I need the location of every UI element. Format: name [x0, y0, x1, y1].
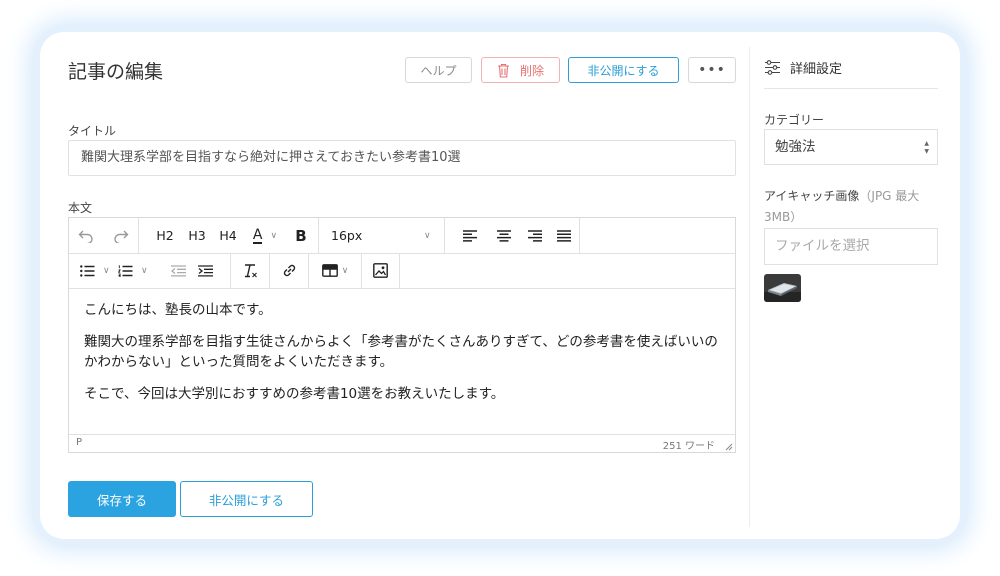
rich-text-editor: H2 H3 H4 A ∨ B 16px ∨ ∨ ∨ ∨ こんにちは、塾長の山本で… — [68, 217, 736, 453]
resize-handle-icon[interactable] — [724, 442, 733, 451]
trash-icon — [497, 63, 509, 78]
element-path[interactable]: P — [76, 437, 82, 448]
font-size-select[interactable]: 16px ∨ — [319, 218, 445, 253]
title-label: タイトル — [68, 124, 117, 138]
chevron-down-icon: ∨ — [424, 230, 431, 241]
paragraph: そこで、今回は大学別におすすめの参考書10選をお教えいたします。 — [84, 386, 505, 402]
text-color-icon: A — [252, 226, 263, 244]
paragraph: こんにちは、塾長の山本です。 — [84, 302, 272, 318]
font-size-value: 16px — [331, 228, 363, 243]
image-icon[interactable] — [362, 253, 400, 288]
chevron-down-icon: ∨ — [103, 265, 110, 276]
table-button[interactable]: ∨ — [309, 253, 362, 288]
category-label: カテゴリー — [764, 113, 825, 127]
toolbar-row-2: ∨ ∨ ∨ — [69, 253, 735, 289]
chevron-down-icon: ∨ — [141, 265, 148, 276]
undo-icon[interactable] — [69, 218, 104, 253]
link-icon[interactable] — [270, 253, 309, 288]
indent-icon[interactable] — [192, 253, 218, 288]
file-select-input[interactable]: ファイルを選択 — [764, 228, 938, 265]
eyecatch-label: アイキャッチ画像（JPG 最大3MB） — [764, 186, 938, 228]
body-label: 本文 — [68, 201, 93, 215]
editor-card: 記事の編集 ヘルプ 削除 非公開にする ••• タイトル 難関大理系学部を目指す… — [40, 32, 960, 539]
outdent-icon[interactable] — [164, 253, 192, 288]
help-button[interactable]: ヘルプ — [405, 57, 472, 83]
delete-label: 削除 — [519, 63, 544, 78]
sidebar-header: 詳細設定 — [764, 58, 842, 77]
bold-button[interactable]: B — [287, 218, 315, 253]
save-button[interactable]: 保存する — [68, 481, 176, 517]
more-options-button[interactable]: ••• — [688, 57, 736, 83]
format-group: H2 H3 H4 A ∨ B — [139, 218, 319, 253]
title-input[interactable]: 難関大理系学部を目指すなら絶対に押さえておきたい参考書10選 — [68, 140, 736, 176]
category-select[interactable]: 勉強法 ▲ ▼ — [764, 129, 938, 165]
paragraph: 難関大の理系学部を目指す生徒さんからよく「参考書がたくさんありすぎて、どの参考書… — [84, 334, 718, 370]
editor-content[interactable]: こんにちは、塾長の山本です。 難関大の理系学部を目指す生徒さんからよく「参考書が… — [84, 300, 724, 416]
editor-statusbar: P 251 ワード — [69, 434, 735, 452]
unpublish-top-button[interactable]: 非公開にする — [568, 57, 679, 83]
align-group — [445, 218, 580, 253]
numbered-list-icon[interactable]: ∨ — [118, 253, 164, 288]
history-group — [69, 218, 139, 253]
heading-h4-button[interactable]: H4 — [213, 218, 243, 253]
eyecatch-thumbnail — [764, 274, 801, 302]
redo-icon[interactable] — [104, 218, 139, 253]
panel-divider — [749, 47, 750, 527]
heading-h2-button[interactable]: H2 — [149, 218, 181, 253]
sidebar-divider — [764, 88, 938, 89]
table-icon — [321, 264, 338, 277]
sidebar-title: 詳細設定 — [790, 62, 843, 77]
unpublish-button[interactable]: 非公開にする — [180, 481, 313, 517]
page-title: 記事の編集 — [68, 61, 164, 83]
align-left-icon[interactable] — [453, 218, 487, 253]
delete-button[interactable]: 削除 — [481, 57, 560, 83]
select-arrows-icon: ▲ ▼ — [924, 140, 929, 155]
heading-h3-button[interactable]: H3 — [181, 218, 213, 253]
eyecatch-label-text: アイキャッチ画像 — [764, 189, 860, 203]
align-justify-icon[interactable] — [549, 218, 579, 253]
chevron-down-icon: ∨ — [270, 230, 278, 241]
clear-format-icon[interactable] — [231, 253, 270, 288]
category-value: 勉強法 — [775, 139, 816, 155]
align-right-icon[interactable] — [521, 218, 549, 253]
bullet-list-icon[interactable]: ∨ — [80, 253, 118, 288]
main-panel: 記事の編集 ヘルプ 削除 非公開にする ••• タイトル 難関大理系学部を目指す… — [68, 32, 736, 539]
toolbar-row-1: H2 H3 H4 A ∨ B 16px ∨ — [69, 218, 735, 254]
text-color-button[interactable]: A ∨ — [243, 218, 287, 253]
settings-sidebar: 詳細設定 カテゴリー 勉強法 ▲ ▼ アイキャッチ画像（JPG 最大3MB） ファ… — [764, 32, 938, 539]
word-count: 251 ワード — [662, 441, 715, 452]
align-center-icon[interactable] — [487, 218, 521, 253]
list-group: ∨ ∨ — [69, 253, 231, 288]
sliders-icon — [765, 60, 780, 75]
chevron-down-icon: ∨ — [341, 265, 349, 276]
